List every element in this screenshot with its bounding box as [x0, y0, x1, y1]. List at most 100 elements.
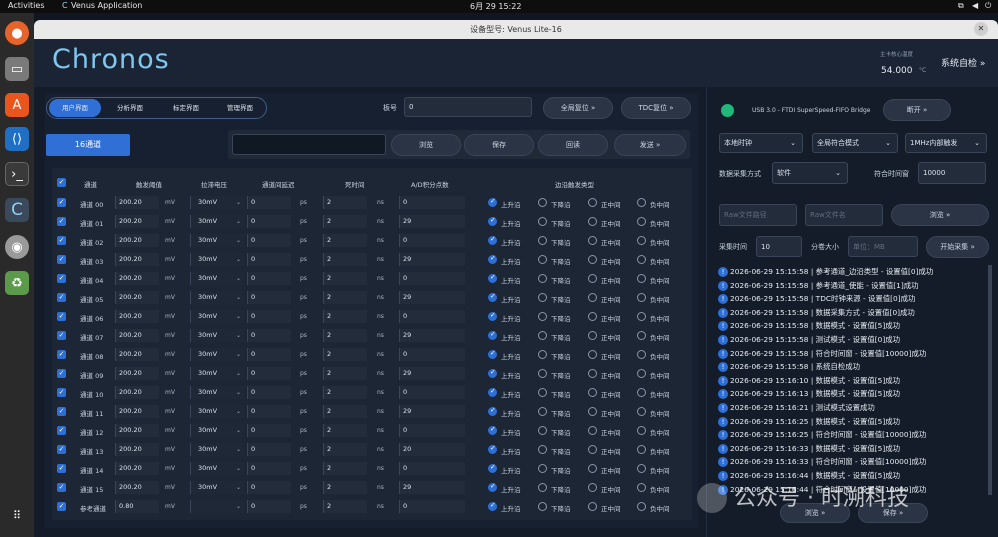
ad-points-input[interactable]: 0 [399, 310, 465, 323]
edge-radio[interactable] [488, 197, 497, 207]
edge-radio[interactable] [538, 502, 547, 511]
delay-input[interactable]: 0 [247, 348, 291, 361]
delay-input[interactable]: 0 [247, 234, 291, 247]
dead-time-input[interactable]: 2 [323, 424, 367, 437]
vscode-icon[interactable]: ⟨⟩ [5, 127, 29, 151]
files-icon[interactable]: ▭ [5, 57, 29, 81]
dead-time-input[interactable]: 2 [323, 405, 367, 418]
send-button[interactable]: 发送 » [614, 134, 686, 156]
acq-time-input[interactable]: 10 [756, 236, 802, 257]
tab-1[interactable]: 分析界面 [104, 99, 156, 117]
ad-points-input[interactable]: 29 [399, 253, 465, 266]
edge-radio[interactable] [538, 388, 547, 397]
edge-radio[interactable] [588, 331, 597, 340]
edge-radio[interactable] [637, 407, 646, 416]
threshold-input[interactable]: 200.20 [115, 481, 159, 494]
edge-radio[interactable] [637, 445, 646, 454]
channel-enable-checkbox[interactable]: ✓ [57, 274, 66, 283]
threshold-input[interactable]: 200.20 [115, 386, 159, 399]
threshold-input[interactable]: 200.20 [115, 291, 159, 304]
channel-enable-checkbox[interactable]: ✓ [57, 331, 66, 340]
dead-time-input[interactable]: 2 [323, 234, 367, 247]
delay-input[interactable]: 0 [247, 462, 291, 475]
hysteresis-select[interactable]: 30mV ⌄ [190, 481, 244, 494]
trigger-select[interactable]: 1MHz内部触发 ⌄ [905, 133, 987, 153]
network-icon[interactable]: ⧉ [958, 1, 964, 11]
self-check-button[interactable]: 系统自检 » [941, 56, 985, 69]
edge-radio[interactable] [538, 407, 547, 416]
delay-input[interactable]: 0 [247, 367, 291, 380]
tdc-reset-button[interactable]: TDC复位 » [621, 97, 691, 119]
ad-points-input[interactable]: 0 [399, 196, 465, 209]
hysteresis-select[interactable]: 30mV ⌄ [190, 196, 244, 209]
threshold-input[interactable]: 200.20 [115, 443, 159, 456]
delay-input[interactable]: 0 [247, 329, 291, 342]
edge-radio[interactable] [637, 483, 646, 492]
edge-radio[interactable] [637, 502, 646, 511]
dead-time-input[interactable]: 2 [323, 291, 367, 304]
channel-enable-checkbox[interactable]: ✓ [57, 483, 66, 492]
threshold-input[interactable]: 200.20 [115, 348, 159, 361]
dead-time-input[interactable]: 2 [323, 329, 367, 342]
save-button[interactable]: 保存 [464, 134, 534, 156]
dead-time-input[interactable]: 2 [323, 253, 367, 266]
edge-radio[interactable] [488, 235, 497, 245]
hysteresis-select[interactable]: 30mV ⌄ [190, 253, 244, 266]
edge-radio[interactable] [488, 273, 497, 283]
threshold-input[interactable]: 200.20 [115, 272, 159, 285]
tab-0[interactable]: 用户界面 [49, 99, 101, 117]
dead-time-input[interactable]: 2 [323, 462, 367, 475]
edge-radio[interactable] [637, 426, 646, 435]
edge-radio[interactable] [588, 483, 597, 492]
channel-enable-checkbox[interactable]: ✓ [57, 217, 66, 226]
hysteresis-select[interactable]: 30mV ⌄ [190, 348, 244, 361]
edge-radio[interactable] [588, 426, 597, 435]
edge-radio[interactable] [637, 312, 646, 321]
dead-time-input[interactable]: 2 [323, 215, 367, 228]
edge-radio[interactable] [588, 445, 597, 454]
delay-input[interactable]: 0 [247, 291, 291, 304]
edge-radio[interactable] [488, 501, 497, 511]
ad-points-input[interactable]: 0 [399, 272, 465, 285]
edge-radio[interactable] [488, 444, 497, 454]
edge-radio[interactable] [637, 464, 646, 473]
hysteresis-select[interactable]: 30mV ⌄ [190, 291, 244, 304]
dead-time-input[interactable]: 2 [323, 443, 367, 456]
edge-radio[interactable] [538, 198, 547, 207]
threshold-input[interactable]: 200.20 [115, 329, 159, 342]
ad-points-input[interactable]: 29 [399, 215, 465, 228]
channel-enable-checkbox[interactable]: ✓ [57, 350, 66, 359]
readback-button[interactable]: 回读 [538, 134, 608, 156]
threshold-input[interactable]: 200.20 [115, 367, 159, 380]
edge-radio[interactable] [488, 311, 497, 321]
hysteresis-select[interactable]: 30mV ⌄ [190, 462, 244, 475]
threshold-input[interactable]: 0.80 [115, 500, 159, 513]
ad-points-input[interactable]: 0 [399, 462, 465, 475]
edge-radio[interactable] [538, 312, 547, 321]
edge-radio[interactable] [637, 331, 646, 340]
edge-radio[interactable] [637, 369, 646, 378]
dead-time-input[interactable]: 2 [323, 481, 367, 494]
power-icon[interactable]: ⏻ [985, 1, 991, 11]
channel-enable-checkbox[interactable]: ✓ [57, 369, 66, 378]
log-scrollbar[interactable] [988, 265, 992, 495]
hysteresis-select[interactable]: 30mV ⌄ [190, 405, 244, 418]
ad-points-input[interactable]: 29 [399, 367, 465, 380]
edge-radio[interactable] [588, 293, 597, 302]
threshold-input[interactable]: 200.20 [115, 215, 159, 228]
channel-enable-checkbox[interactable]: ✓ [57, 236, 66, 245]
edge-radio[interactable] [637, 388, 646, 397]
edge-radio[interactable] [637, 236, 646, 245]
log-list[interactable]: ! 2026-06-29 15:15:58 | 参考通道_边沿类型 - 设置值[0… [718, 265, 988, 495]
ad-points-input[interactable]: 0 [399, 500, 465, 513]
clock-select[interactable]: 本地时钟 ⌄ [719, 133, 803, 153]
threshold-input[interactable]: 200.20 [115, 405, 159, 418]
edge-radio[interactable] [538, 369, 547, 378]
channel-enable-checkbox[interactable]: ✓ [57, 293, 66, 302]
activities-button[interactable]: Activities [8, 1, 45, 10]
threshold-input[interactable]: 200.20 [115, 196, 159, 209]
edge-radio[interactable] [588, 274, 597, 283]
edge-radio[interactable] [588, 217, 597, 226]
acq-mode-select[interactable]: 软件 ⌄ [772, 162, 848, 184]
dead-time-input[interactable]: 2 [323, 272, 367, 285]
